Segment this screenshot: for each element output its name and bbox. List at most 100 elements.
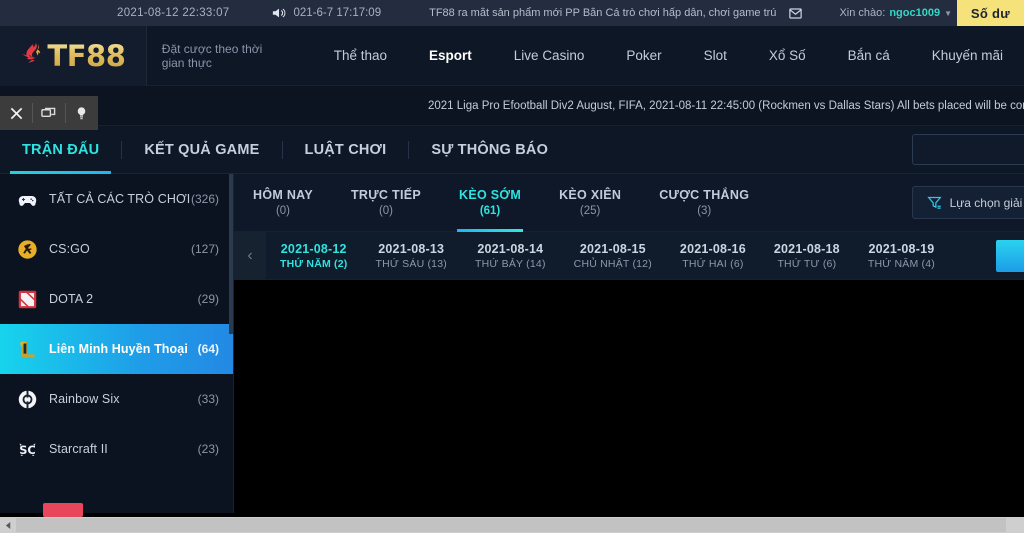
subtab-label: HÔM NAY [253, 188, 313, 202]
sidebar-item-count: (33) [197, 392, 219, 406]
close-button[interactable] [0, 96, 32, 130]
date-label: 2021-08-15 [579, 241, 646, 256]
header-tagline: Đặt cược theo thời gian thực [161, 41, 263, 70]
nav-item-the-thao[interactable]: Thể thao [313, 48, 408, 63]
speaker-icon[interactable] [272, 6, 286, 20]
starcraft-icon: SC [16, 438, 39, 461]
partial-sidebar-item-icon [43, 503, 83, 517]
subtab-truc-tiep[interactable]: TRỰC TIẾP (0) [332, 174, 440, 232]
tab-luat-choi[interactable]: LUẬT CHƠI [283, 126, 409, 174]
sidebar-item-dota2[interactable]: DOTA 2 (29) [0, 274, 233, 324]
nav-item-live-casino[interactable]: Live Casino [493, 48, 606, 63]
date-label: 2021-08-18 [773, 241, 840, 256]
nav-item-esport[interactable]: Esport [408, 48, 493, 63]
date-item-2021-08-15[interactable]: 2021-08-15 CHỦ NHẬT (12) [560, 232, 666, 280]
window-button[interactable] [33, 96, 65, 130]
page-body: TẤT CẢ CÁC TRÒ CHƠI (326) CS:GO (127) DO… [0, 174, 1024, 513]
sidebar-item-label: CS:GO [49, 242, 90, 256]
weekday-label: THỨ TƯ (6) [777, 257, 837, 270]
notification-text: 2021 Liga Pro Efootball Div2 August, FIF… [428, 99, 1024, 112]
close-icon [10, 107, 22, 119]
subtab-label: CƯỢC THẮNG [659, 188, 750, 202]
search-input[interactable] [912, 134, 1024, 165]
sidebar-scrollbar[interactable] [229, 174, 233, 334]
user-greeting[interactable]: Xin chào: ngoc1009 ▼ [839, 7, 952, 19]
mail-icon[interactable] [788, 6, 803, 21]
primary-nav: Thể thao Esport Live Casino Poker Slot X… [313, 48, 1024, 63]
greeting-label: Xin chào: [839, 7, 886, 19]
subtab-label: KÈO SỚM [459, 188, 522, 202]
date-strip: ‹ 2021-08-12 THỨ NĂM (2) 2021-08-13 THỨ … [234, 231, 1024, 280]
sidebar-item-label: TẤT CẢ CÁC TRÒ CHƠI [49, 192, 191, 206]
nav-item-xo-so[interactable]: Xổ Số [748, 48, 827, 63]
date-label: 2021-08-12 [280, 241, 347, 256]
subtab-cuoc-thang[interactable]: CƯỢC THẮNG (3) [640, 174, 768, 232]
weekday-label: THỨ NĂM (2) [280, 257, 348, 270]
weekday-label: THỨ HAI (6) [682, 257, 744, 270]
promo-marquee: TF88 ra mắt sản phẩm mới PP Bắn Cá trò c… [429, 7, 777, 19]
sidebar-item-label: Liên Minh Huyền Thoại [49, 342, 188, 356]
subtab-count: (3) [697, 205, 712, 217]
scrollbar-track[interactable] [16, 517, 1024, 533]
date-item-2021-08-16[interactable]: 2021-08-16 THỨ HAI (6) [666, 232, 760, 280]
sidebar-item-count: (29) [197, 292, 219, 306]
funnel-icon [926, 196, 942, 209]
dota2-icon [16, 288, 39, 311]
date-item-2021-08-13[interactable]: 2021-08-13 THỨ SÁU (13) [362, 232, 461, 280]
filter-label: Lựa chọn giải đấ [949, 195, 1024, 210]
current-timestamp: 2021-08-12 22:33:07 [117, 7, 230, 19]
date-item-2021-08-19[interactable]: 2021-08-19 THỨ NĂM (4) [854, 232, 949, 280]
main-content: HÔM NAY (0) TRỰC TIẾP (0) KÈO SỚM (61) K… [234, 174, 1024, 513]
nav-item-khuyen-mai[interactable]: Khuyến mãi [911, 48, 1024, 63]
notification-bar: 2021 Liga Pro Efootball Div2 August, FIF… [0, 86, 1024, 126]
lightbulb-button[interactable] [66, 96, 98, 130]
tab-su-thong-bao[interactable]: SỰ THÔNG BÁO [409, 126, 570, 174]
lightbulb-icon [78, 106, 86, 119]
sidebar-item-count: (127) [190, 242, 219, 256]
nav-item-ban-ca[interactable]: Bắn cá [827, 48, 911, 63]
nav-item-poker[interactable]: Poker [605, 48, 682, 63]
subtab-count: (61) [479, 205, 501, 217]
weekday-label: THỨ BẢY (14) [474, 257, 546, 270]
gamepad-icon [16, 188, 39, 211]
sidebar-item-csgo[interactable]: CS:GO (127) [0, 224, 233, 274]
tab-ket-qua-game[interactable]: KẾT QUẢ GAME [122, 126, 281, 174]
sidebar-item-rainbow-six[interactable]: Rainbow Six (33) [0, 374, 233, 424]
date-label: 2021-08-16 [679, 241, 746, 256]
sidebar-item-lol[interactable]: Liên Minh Huyền Thoại (64) [0, 324, 233, 374]
csgo-icon [16, 238, 39, 261]
nav-item-slot[interactable]: Slot [683, 48, 748, 63]
site-header: TF88 Đặt cược theo thời gian thực Thể th… [0, 25, 1024, 130]
subtab-label: TRỰC TIẾP [350, 188, 421, 202]
subtab-hom-nay[interactable]: HÔM NAY (0) [234, 174, 332, 232]
date-next-button[interactable] [996, 240, 1024, 272]
tab-tran-dau[interactable]: TRẬN ĐẤU [0, 126, 121, 174]
horizontal-scrollbar[interactable] [0, 517, 1024, 533]
subtab-label: KÈO XIÊN [559, 188, 622, 202]
sidebar-item-starcraft2[interactable]: SC Starcraft II (23) [0, 424, 233, 474]
lol-icon [16, 338, 39, 361]
tournament-filter-button[interactable]: Lựa chọn giải đấ [911, 186, 1024, 219]
chevron-left-icon[interactable]: ‹ [234, 231, 266, 280]
chevron-down-icon[interactable]: ▼ [944, 9, 952, 18]
logo[interactable]: TF88 [0, 25, 147, 86]
bet-type-tabs: HÔM NAY (0) TRỰC TIẾP (0) KÈO SỚM (61) K… [234, 174, 1024, 232]
weekday-label: THỨ SÁU (13) [375, 257, 447, 270]
main-tabs: TRẬN ĐẤU KẾT QUẢ GAME LUẬT CHƠI SỰ THÔNG… [0, 126, 1024, 174]
balance-button[interactable]: Số dư [956, 0, 1024, 26]
match-list-area [234, 280, 1024, 513]
sidebar-item-all-games[interactable]: TẤT CẢ CÁC TRÒ CHƠI (326) [0, 174, 233, 224]
sidebar-item-count: (23) [197, 442, 219, 456]
scrollbar-thumb[interactable] [16, 518, 1006, 532]
date-item-2021-08-12[interactable]: 2021-08-12 THỨ NĂM (2) [266, 232, 362, 280]
game-sidebar: TẤT CẢ CÁC TRÒ CHƠI (326) CS:GO (127) DO… [0, 174, 234, 513]
date-item-2021-08-14[interactable]: 2021-08-14 THỨ BẢY (14) [461, 232, 560, 280]
scroll-left-button[interactable] [0, 517, 16, 533]
date-item-2021-08-18[interactable]: 2021-08-18 THỨ TƯ (6) [760, 232, 854, 280]
subtab-keo-som[interactable]: KÈO SỚM (61) [440, 174, 540, 232]
subtab-keo-xien[interactable]: KÈO XIÊN (25) [540, 174, 640, 232]
weekday-label: THỨ NĂM (4) [867, 257, 935, 270]
sidebar-item-label: DOTA 2 [49, 292, 94, 306]
triangle-left-icon [5, 521, 10, 529]
subtab-count: (25) [579, 205, 601, 217]
